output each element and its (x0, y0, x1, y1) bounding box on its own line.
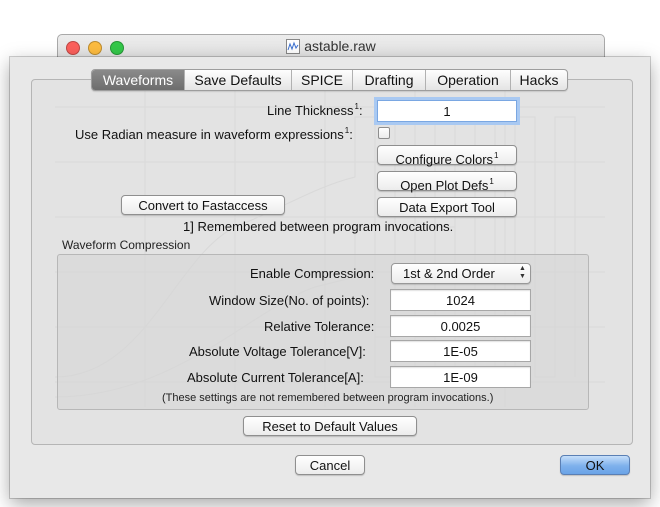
absolute-current-tolerance-label: Absolute Current Tolerance[A]: (187, 370, 364, 385)
remembered-footnote: 1] Remembered between program invocation… (183, 219, 454, 234)
reset-defaults-button[interactable]: Reset to Default Values (243, 416, 417, 436)
waveform-document-icon (286, 39, 301, 54)
window-size-label: Window Size(No. of points): (209, 293, 370, 308)
tab-hacks[interactable]: Hacks (511, 70, 567, 90)
tab-spice[interactable]: SPICE (292, 70, 353, 90)
line-thickness-label-text: Line Thickness (267, 103, 354, 118)
tab-waveforms[interactable]: Waveforms (92, 70, 185, 90)
window-size-field[interactable]: 1024 (390, 289, 531, 311)
enable-compression-popup[interactable]: 1st & 2nd Order ▲ ▼ (391, 263, 531, 284)
cancel-button[interactable]: Cancel (295, 455, 365, 475)
popup-arrows-icon: ▲ ▼ (519, 265, 526, 280)
footnote-marker: 1 (354, 102, 359, 111)
absolute-current-tolerance-field[interactable]: 1E-09 (390, 366, 531, 388)
preferences-sheet: Waveforms Save Defaults SPICE Drafting O… (10, 57, 650, 498)
open-plot-defs-label: Open Plot Defs (400, 178, 489, 193)
footnote-marker: 1 (344, 126, 350, 135)
radian-checkbox[interactable] (378, 127, 390, 139)
window-title: astable.raw (58, 38, 604, 54)
compression-group-title: Waveform Compression (62, 238, 191, 252)
absolute-voltage-tolerance-label: Absolute Voltage Tolerance[V]: (189, 344, 366, 359)
line-thickness-label: Line Thickness1: (267, 102, 363, 118)
footnote-marker: 1 (489, 177, 494, 186)
tab-bar: Waveforms Save Defaults SPICE Drafting O… (91, 69, 568, 91)
open-plot-defs-button[interactable]: Open Plot Defs1 (377, 171, 517, 193)
tab-drafting[interactable]: Drafting (353, 70, 426, 90)
radian-label-text: Use Radian measure in waveform expressio… (75, 127, 344, 142)
radian-label: Use Radian measure in waveform expressio… (75, 126, 353, 142)
ok-button[interactable]: OK (560, 455, 630, 475)
enable-compression-label: Enable Compression: (250, 266, 375, 281)
data-export-tool-button[interactable]: Data Export Tool (377, 197, 517, 217)
convert-to-fastaccess-button[interactable]: Convert to Fastaccess (121, 195, 285, 215)
footnote-marker: 1 (494, 151, 499, 160)
configure-colors-label: Configure Colors (395, 152, 494, 167)
compression-note: (These settings are not remembered betwe… (162, 392, 494, 404)
tab-operation[interactable]: Operation (426, 70, 511, 90)
window-title-text: astable.raw (304, 38, 376, 54)
relative-tolerance-field[interactable]: 0.0025 (390, 315, 531, 337)
line-thickness-field[interactable]: 1 (377, 100, 517, 122)
tab-save-defaults[interactable]: Save Defaults (185, 70, 292, 90)
configure-colors-button[interactable]: Configure Colors1 (377, 145, 517, 167)
relative-tolerance-label: Relative Tolerance: (264, 319, 375, 334)
absolute-voltage-tolerance-field[interactable]: 1E-05 (390, 340, 531, 362)
enable-compression-value: 1st & 2nd Order (403, 266, 495, 281)
